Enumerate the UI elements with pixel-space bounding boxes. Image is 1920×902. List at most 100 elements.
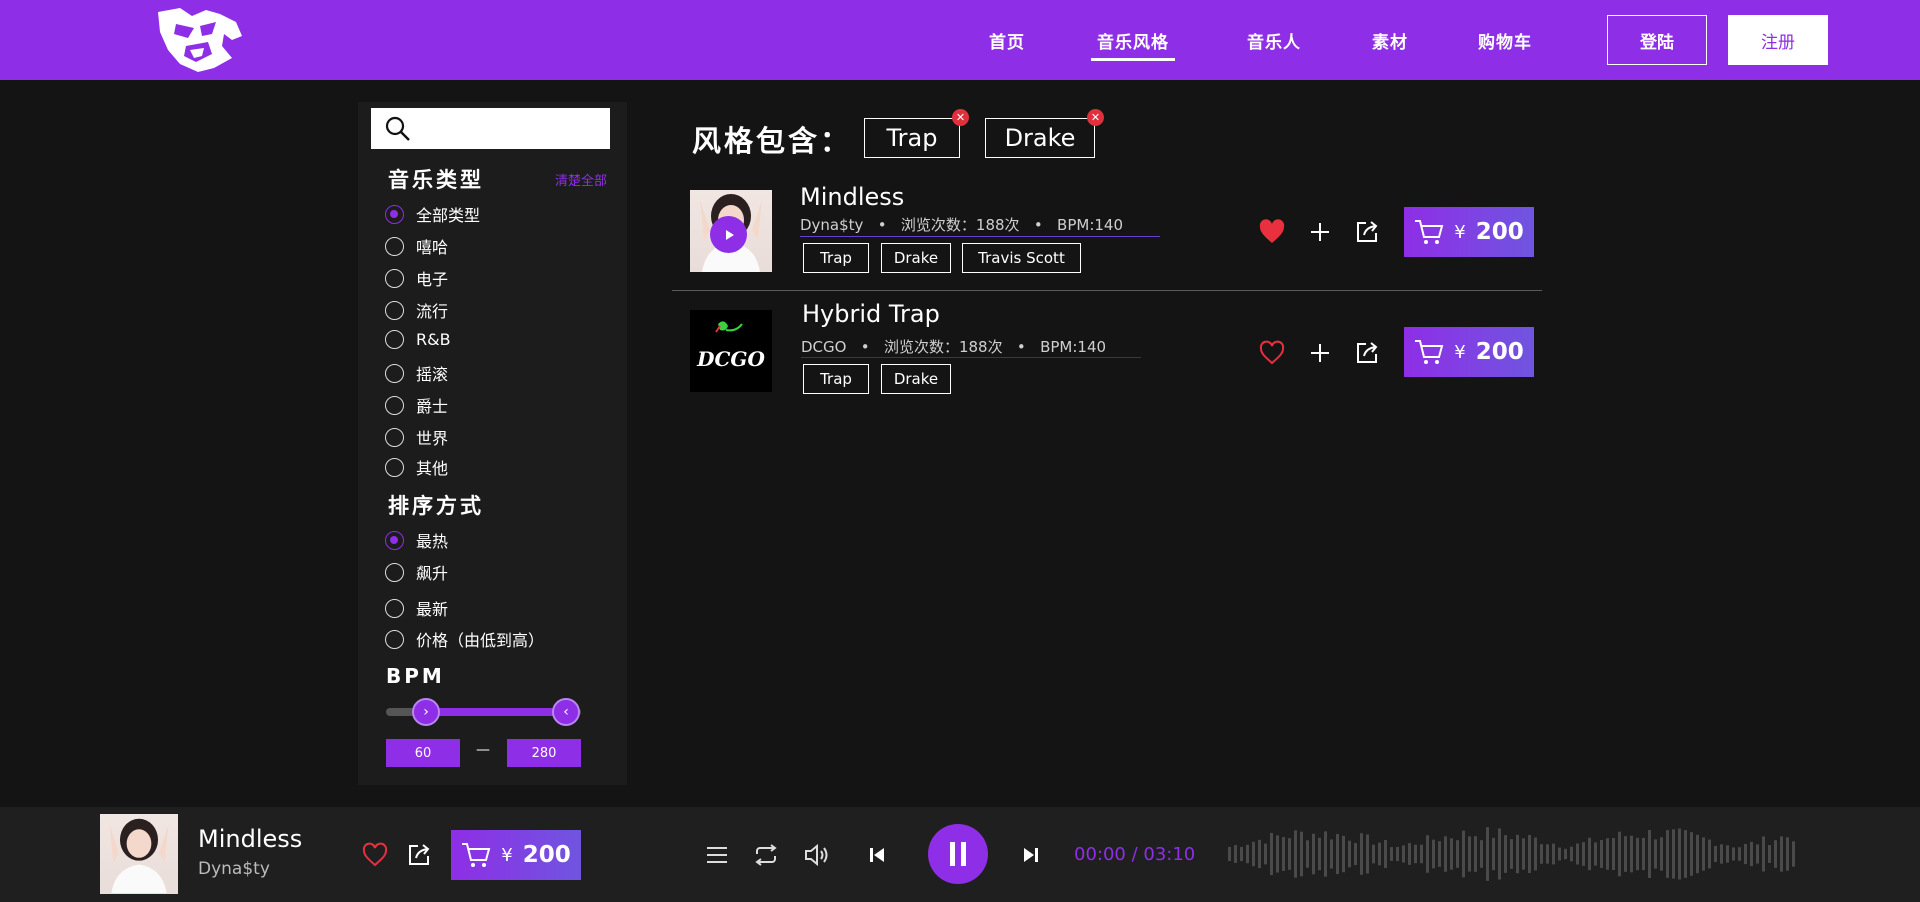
tag-drake[interactable]: Drake [881, 364, 951, 394]
repeat-icon [755, 844, 777, 866]
tiger-head-logo-icon[interactable] [150, 6, 244, 74]
waveform-bar [1252, 841, 1255, 867]
cart-icon [1415, 340, 1444, 364]
player-share-button[interactable] [402, 838, 436, 872]
add-to-playlist-button[interactable] [1304, 337, 1336, 369]
login-button[interactable]: 登陆 [1607, 15, 1707, 65]
player-like-button[interactable] [358, 838, 392, 872]
waveform-seekbar[interactable] [1228, 824, 1798, 884]
pause-button[interactable] [928, 824, 988, 884]
waveform-bar [1726, 845, 1729, 863]
bpm-title: BPM [386, 664, 445, 688]
like-button[interactable] [1256, 216, 1288, 248]
track-title[interactable]: Mindless [800, 183, 904, 211]
clear-all-link[interactable]: 清楚全部 [555, 170, 607, 189]
radio-sort-hottest[interactable]: 最热 [385, 528, 448, 552]
waveform-bar [1414, 844, 1417, 864]
next-button[interactable] [1014, 838, 1048, 872]
waveform-bar [1492, 837, 1495, 871]
buy-button[interactable]: ¥200 [1404, 207, 1534, 257]
album-art-portrait [109, 818, 169, 893]
top-navbar: 首页 音乐风格 音乐人 素材 购物车 登陆 注册 [0, 0, 1920, 80]
radio-icon [385, 330, 404, 349]
play-button[interactable] [710, 216, 747, 253]
player-cover[interactable] [100, 814, 178, 894]
waveform-bar [1468, 836, 1471, 872]
radio-jazz[interactable]: 爵士 [385, 393, 448, 417]
waveform-bar [1450, 838, 1453, 870]
track-artist[interactable]: DCGO [801, 338, 846, 356]
waveform-bar [1612, 837, 1615, 871]
music-type-title: 音乐类型 [388, 168, 484, 192]
radio-world[interactable]: 世界 [385, 425, 448, 449]
radio-other[interactable]: 其他 [385, 455, 448, 479]
repeat-button[interactable] [749, 838, 783, 872]
waveform-bar [1690, 832, 1693, 876]
radio-icon [385, 562, 404, 582]
track-title[interactable]: Hybrid Trap [802, 300, 940, 328]
waveform-bar [1474, 836, 1477, 872]
player-buy-button[interactable]: ¥200 [451, 830, 581, 880]
search-input[interactable] [371, 108, 610, 149]
tag-trap[interactable]: Trap [803, 364, 869, 394]
waveform-bar [1300, 831, 1303, 877]
add-to-playlist-button[interactable] [1304, 216, 1336, 248]
volume-button[interactable] [800, 838, 834, 872]
nav-home[interactable]: 首页 [989, 28, 1025, 53]
nav-cart[interactable]: 购物车 [1478, 28, 1532, 53]
radio-sort-newest[interactable]: 最新 [385, 596, 448, 620]
radio-rnb[interactable]: R&B [385, 330, 451, 349]
nav-materials[interactable]: 素材 [1372, 28, 1408, 53]
close-icon[interactable]: ✕ [952, 109, 969, 126]
close-icon[interactable]: ✕ [1087, 109, 1104, 126]
radio-icon [385, 268, 404, 288]
plus-icon [1311, 344, 1329, 362]
radio-all-types[interactable]: 全部类型 [385, 202, 480, 226]
bpm-max-input[interactable]: 280 [507, 739, 581, 767]
tag-drake[interactable]: Drake [881, 243, 951, 273]
player-track-title[interactable]: Mindless [198, 825, 302, 853]
filter-chip-trap[interactable]: Trap ✕ [864, 109, 969, 158]
skip-previous-icon [870, 848, 884, 862]
radio-label: 摇滚 [416, 365, 449, 384]
radio-sort-price-asc[interactable]: 价格（由低到高） [385, 627, 544, 651]
filter-chip-drake[interactable]: Drake ✕ [985, 109, 1104, 158]
waveform-bar [1522, 838, 1525, 870]
bpm-min-input[interactable]: 60 [386, 739, 460, 767]
bpm-max-handle[interactable]: ‹ [552, 698, 580, 726]
chip-label: Trap [886, 124, 938, 152]
bpm-min-handle[interactable]: › [412, 698, 440, 726]
radio-hiphop[interactable]: 嘻哈 [385, 234, 448, 258]
player-artist[interactable]: Dyna$ty [198, 859, 270, 879]
radio-selected-icon [385, 530, 404, 550]
previous-button[interactable] [860, 838, 894, 872]
currency-symbol: ¥ [1454, 221, 1466, 243]
playlist-button[interactable] [700, 838, 734, 872]
share-button[interactable] [1351, 337, 1383, 369]
nav-musicians[interactable]: 音乐人 [1247, 28, 1301, 53]
tag-trap[interactable]: Trap [803, 243, 869, 273]
heart-outline-icon [1259, 340, 1285, 365]
share-button[interactable] [1351, 216, 1383, 248]
track-cover-mindless[interactable] [690, 190, 772, 272]
cart-icon [1415, 220, 1444, 244]
share-icon [1357, 342, 1378, 363]
currency-symbol: ¥ [1454, 341, 1466, 363]
player-bar: Mindless Dyna$ty ¥200 00:00 / 03:10 [0, 807, 1920, 902]
chip-label: Drake [1004, 124, 1076, 152]
nav-music-style[interactable]: 音乐风格 [1091, 28, 1175, 61]
radio-pop[interactable]: 流行 [385, 298, 448, 322]
waveform-bar [1642, 837, 1645, 871]
track-artist[interactable]: Dyna$ty [800, 216, 863, 234]
like-button[interactable] [1256, 337, 1288, 369]
track-cover-hybrid-trap[interactable]: DCGO [690, 310, 772, 392]
radio-electronic[interactable]: 电子 [385, 266, 448, 290]
tag-travis-scott[interactable]: Travis Scott [962, 243, 1081, 273]
radio-rock[interactable]: 摇滚 [385, 361, 448, 385]
radio-sort-rising[interactable]: 飙升 [385, 560, 448, 584]
buy-button[interactable]: ¥200 [1404, 327, 1534, 377]
waveform-bar [1738, 847, 1741, 861]
waveform-bar [1288, 838, 1291, 870]
register-button[interactable]: 注册 [1728, 15, 1828, 65]
waveform-bar [1684, 830, 1687, 878]
